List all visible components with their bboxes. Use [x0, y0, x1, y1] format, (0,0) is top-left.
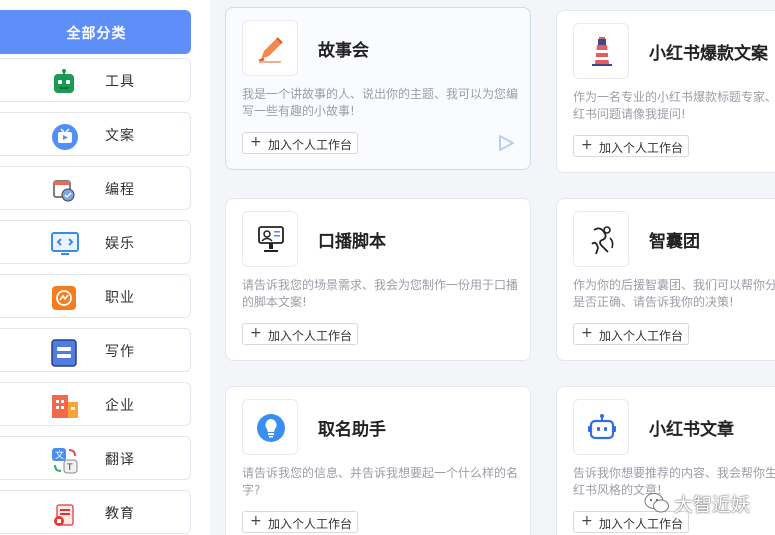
category-education[interactable]: 教育: [0, 490, 191, 534]
card-icon-box: [242, 20, 298, 76]
category-translation[interactable]: 文T 翻译: [0, 436, 191, 480]
card-title: 故事会: [318, 41, 369, 61]
category-entertainment[interactable]: 娱乐: [0, 220, 191, 264]
add-to-workspace-label: 加入个人工作台: [268, 329, 353, 343]
plus-icon: +: [581, 325, 593, 341]
translate-icon: 文T: [51, 447, 78, 474]
plus-icon: +: [250, 134, 262, 150]
category-all[interactable]: 全部分类: [0, 10, 191, 54]
assistant-card-naming[interactable]: 取名助手 请告诉我您的信息、并告诉我想要起一个什么样的名字? + 加入个人工作台: [225, 386, 531, 535]
add-to-workspace-button[interactable]: + 加入个人工作台: [573, 511, 689, 533]
coding-icon: [51, 177, 77, 202]
assistant-card-xhs-copy[interactable]: 小红书爆款文案 作为一名专业的小红书爆款标题专家、 红书问题请像我提问! + 加…: [556, 10, 775, 173]
card-icon-box: [573, 211, 629, 267]
category-career[interactable]: 职业: [0, 274, 191, 318]
add-to-workspace-label: 加入个人工作台: [268, 517, 353, 531]
add-to-workspace-button[interactable]: + 加入个人工作台: [573, 135, 689, 157]
category-enterprise[interactable]: 企业: [0, 382, 191, 426]
card-description-line: 是否正确、请告诉我你的决策!: [573, 295, 734, 309]
category-label: 娱乐: [105, 236, 135, 252]
add-to-workspace-label: 加入个人工作台: [599, 517, 684, 531]
add-to-workspace-button[interactable]: + 加入个人工作台: [242, 132, 358, 154]
card-title: 智囊团: [649, 232, 700, 252]
card-description: 请告诉我您的场景需求、我会为您制作一份用于口播的脚本文案!: [242, 278, 519, 309]
card-description: 作为你的后援智囊团、我们可以帮你分 是否正确、请告诉我你的决策!: [573, 277, 775, 311]
add-to-workspace-button[interactable]: + 加入个人工作台: [242, 511, 358, 533]
category-label: 企业: [105, 398, 135, 414]
add-to-workspace-button[interactable]: + 加入个人工作台: [573, 323, 689, 345]
assistant-card-script[interactable]: 口播脚本 请告诉我您的场景需求、我会为您制作一份用于口播的脚本文案! + 加入个…: [225, 198, 531, 361]
card-title: 口播脚本: [318, 232, 386, 252]
assistant-card-story[interactable]: 故事会 我是一个讲故事的人、说出你的主题、我可以为您编写一些有趣的小故事! + …: [225, 7, 531, 170]
svg-text:T: T: [66, 463, 73, 473]
category-label: 全部分类: [66, 26, 127, 42]
add-to-workspace-label: 加入个人工作台: [599, 329, 684, 343]
add-to-workspace-label: 加入个人工作台: [599, 141, 684, 155]
card-description: 作为一名专业的小红书爆款标题专家、 红书问题请像我提问!: [573, 89, 775, 123]
card-description-line: 作为一名专业的小红书爆款标题专家、: [573, 90, 775, 104]
card-description: 我是一个讲故事的人、说出你的主题、我可以为您编写一些有趣的小故事!: [242, 87, 519, 118]
category-label: 写作: [105, 344, 135, 360]
card-icon-box: [242, 211, 298, 267]
robot-icon: [51, 69, 77, 93]
category-sidebar: 全部分类 工具 文案 编程 娱乐 职业 写作 企业 文 T 翻译 教育: [0, 0, 210, 535]
education-icon: [51, 501, 77, 526]
svg-text:文: 文: [55, 449, 64, 461]
add-to-workspace-button[interactable]: + 加入个人工作台: [242, 323, 358, 345]
building-icon: [51, 393, 78, 418]
category-label: 职业: [105, 290, 135, 306]
plus-icon: +: [250, 513, 262, 529]
category-label: 文案: [105, 128, 135, 144]
plus-icon: +: [250, 325, 262, 341]
add-to-workspace-label: 加入个人工作台: [268, 138, 353, 152]
card-title: 小红书爆款文案: [649, 44, 768, 64]
chart-icon: [51, 285, 77, 310]
tv-icon: [51, 123, 78, 150]
category-label: 编程: [105, 182, 135, 198]
card-title: 取名助手: [318, 420, 386, 440]
category-label: 翻译: [105, 452, 135, 468]
card-description: 请告诉我您的信息、并告诉我想要起一个什么样的名字?: [242, 466, 519, 497]
card-icon-box: [573, 399, 629, 455]
plus-icon: +: [581, 137, 593, 153]
card-description-line: 作为你的后援智囊团、我们可以帮你分: [573, 278, 775, 292]
document-icon: [51, 339, 77, 367]
card-title: 小红书文章: [649, 420, 734, 440]
card-description-line: 告诉我你想要推荐的内容、我会帮你生: [573, 466, 775, 480]
category-writing[interactable]: 写作: [0, 328, 191, 372]
card-icon-box: [242, 399, 298, 455]
wechat-icon: [644, 492, 670, 518]
category-label: 教育: [105, 506, 135, 522]
watermark-text: 大智近妖: [674, 494, 751, 516]
category-copywriting[interactable]: 文案: [0, 112, 191, 156]
category-programming[interactable]: 编程: [0, 166, 191, 210]
play-icon[interactable]: [497, 134, 515, 156]
category-tools[interactable]: 工具: [0, 58, 191, 102]
monitor-code-icon: [51, 231, 79, 255]
card-description-line: 红书问题请像我提问!: [573, 107, 686, 121]
card-icon-box: [573, 23, 629, 79]
plus-icon: +: [581, 513, 593, 529]
category-label: 工具: [105, 74, 135, 90]
assistant-card-think-tank[interactable]: 智囊团 作为你的后援智囊团、我们可以帮你分 是否正确、请告诉我你的决策! + 加…: [556, 198, 775, 361]
